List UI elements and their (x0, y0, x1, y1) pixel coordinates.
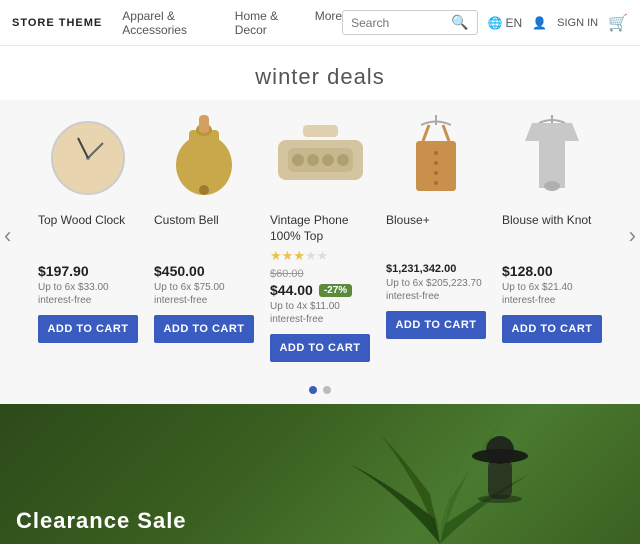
price-2: $450.00 (154, 263, 205, 279)
header-icons: 🌐 EN 👤 SIGN IN 🛒 (488, 13, 628, 33)
carousel-left-arrow[interactable]: ‹ (4, 222, 11, 248)
palm-leaves-svg (300, 404, 580, 544)
nav-apparel[interactable]: Apparel & Accessories (122, 9, 217, 37)
product-card-top-wood-clock: Top Wood Clock $197.90 Up to 6x $33.00 i… (30, 100, 146, 376)
products-row: Top Wood Clock $197.90 Up to 6x $33.00 i… (30, 100, 610, 376)
cart-icon[interactable]: 🛒 (608, 13, 628, 33)
language-selector[interactable]: 🌐 EN (488, 16, 523, 30)
carousel-dots (0, 376, 640, 404)
product-image-vintage-phone (270, 110, 370, 205)
product-card-blouse-knot: Blouse with Knot $128.00 Up to 6x $21.40… (494, 100, 610, 376)
installment-2: Up to 6x $75.00 interest-free (154, 281, 254, 307)
nav: Apparel & Accessories Home & Decor More (122, 9, 342, 37)
price-5: $128.00 (502, 263, 553, 279)
add-to-cart-3[interactable]: ADD TO CART (270, 334, 370, 362)
product-name-3: Vintage Phone 100% Top (270, 213, 370, 244)
dot-2[interactable] (323, 386, 331, 394)
phone-svg (273, 120, 368, 195)
blouse-svg (401, 113, 471, 203)
header: STORE THEME Apparel & Accessories Home &… (0, 0, 640, 46)
product-card-blouse-plus: Blouse+ $1,231,342.00 Up to 6x $205,223.… (378, 100, 494, 376)
add-to-cart-2[interactable]: ADD TO CART (154, 315, 254, 343)
add-to-cart-5[interactable]: ADD TO CART (502, 315, 602, 343)
search-input[interactable] (351, 16, 451, 30)
product-card-custom-bell: Custom Bell $450.00 Up to 6x $75.00 inte… (146, 100, 262, 376)
product-image-blouse-knot (502, 110, 602, 205)
section-title: winter deals (0, 46, 640, 100)
product-name-1: Top Wood Clock (38, 213, 138, 241)
star-4: ★ (305, 248, 317, 263)
search-box: 🔍 (342, 10, 477, 35)
bell-svg (164, 110, 244, 205)
carousel-wrapper: ‹ Top Wood Clock $197.90 Up to 6x $33.00… (0, 100, 640, 376)
search-button[interactable]: 🔍 (451, 14, 468, 31)
product-name-2: Custom Bell (154, 213, 254, 241)
tshirt-svg (517, 113, 587, 203)
product-image-blouse-plus (386, 110, 486, 205)
stars-3: ★★★★★ (270, 248, 370, 264)
nav-more[interactable]: More (315, 9, 342, 37)
account-icon[interactable]: 👤 (532, 16, 547, 30)
installment-1: Up to 6x $33.00 interest-free (38, 281, 138, 307)
star-1: ★ (270, 248, 282, 263)
clock-svg (48, 118, 128, 198)
product-card-vintage-phone: Vintage Phone 100% Top ★★★★★ $60.00 $44.… (262, 100, 378, 376)
product-image-top-wood-clock (38, 110, 138, 205)
dot-1[interactable] (309, 386, 317, 394)
product-name-5: Blouse with Knot (502, 213, 602, 241)
price-1: $197.90 (38, 263, 89, 279)
add-to-cart-1[interactable]: ADD TO CART (38, 315, 138, 343)
star-3: ★ (293, 248, 305, 263)
installment-4: Up to 6x $205,223.70 interest-free (386, 277, 486, 303)
product-name-4: Blouse+ (386, 213, 486, 241)
price-row-4: $1,231,342.00 (386, 263, 486, 275)
product-image-custom-bell (154, 110, 254, 205)
price-row-2: $450.00 (154, 263, 254, 279)
installment-3: Up to 4x $11.00 interest-free (270, 300, 370, 326)
bottom-section-title: Clearance Sale (16, 508, 187, 534)
bottom-section: Clearance Sale (0, 404, 640, 544)
price-row-5: $128.00 (502, 263, 602, 279)
price-row-3: $44.00 -27% (270, 282, 370, 298)
logo: STORE THEME (12, 17, 102, 29)
price-row-1: $197.90 (38, 263, 138, 279)
add-to-cart-4[interactable]: ADD TO CART (386, 311, 486, 339)
nav-home-decor[interactable]: Home & Decor (235, 9, 297, 37)
price-3: $44.00 (270, 282, 313, 298)
star-2: ★ (282, 248, 294, 263)
price-4: $1,231,342.00 (386, 263, 456, 275)
sign-in-label[interactable]: SIGN IN (557, 17, 598, 29)
old-price-3: $60.00 (270, 268, 370, 280)
installment-5: Up to 6x $21.40 interest-free (502, 281, 602, 307)
star-5: ★ (317, 248, 329, 263)
carousel-right-arrow[interactable]: › (629, 222, 636, 248)
discount-badge-3: -27% (319, 284, 352, 297)
